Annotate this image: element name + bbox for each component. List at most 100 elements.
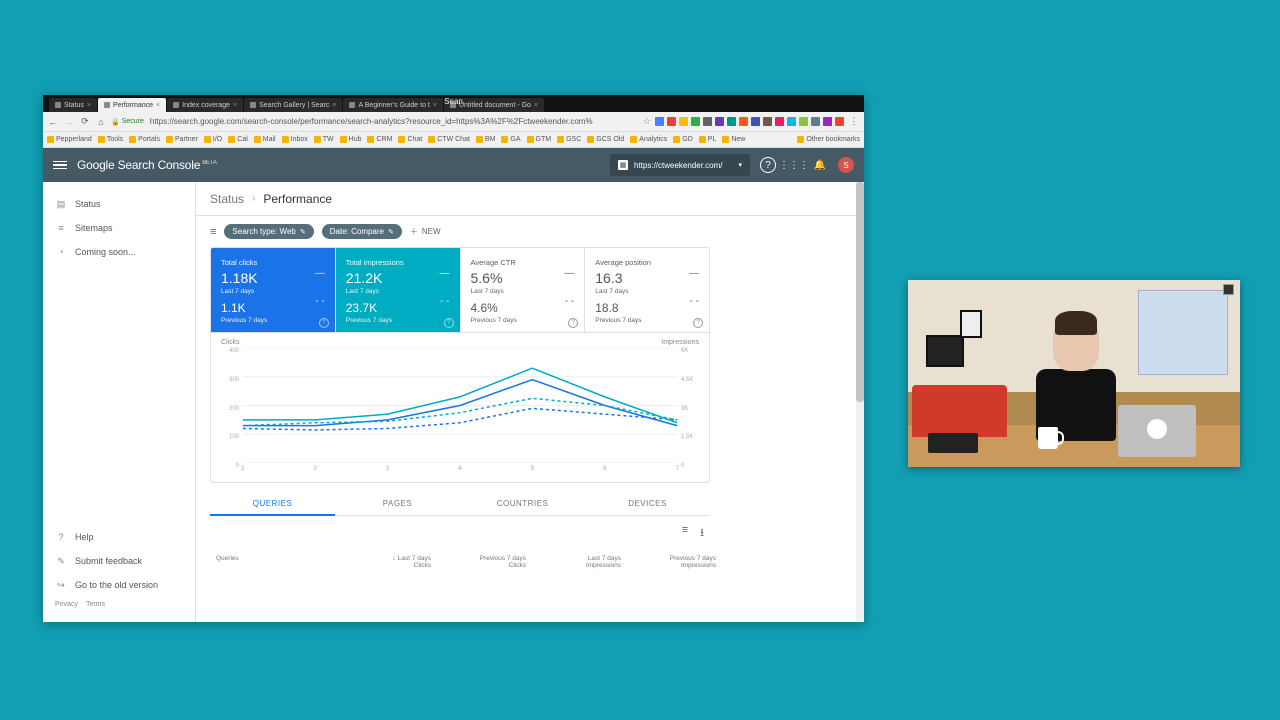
menu-button[interactable]: ⋮ (848, 116, 860, 128)
close-icon[interactable]: × (156, 102, 160, 109)
extension-icon[interactable] (691, 117, 700, 126)
notifications-button[interactable]: 🔔 (812, 157, 828, 173)
card-total-impressions[interactable]: Total impressions 21.2K Last 7 days — 23… (336, 248, 461, 332)
add-filter-button[interactable]: ＋ NEW (410, 226, 441, 237)
bookmark-item[interactable]: Cal (228, 136, 248, 143)
tab-beginners-guide[interactable]: A Beginner's Guide to t× (343, 98, 442, 112)
card-total-clicks[interactable]: Total clicks 1.18K Last 7 days — 1.1K Pr… (211, 248, 336, 332)
extension-icon[interactable] (715, 117, 724, 126)
tab-performance[interactable]: Performance× (98, 98, 166, 112)
bookmark-item[interactable]: Pepperland (47, 136, 92, 143)
forward-button[interactable]: → (63, 116, 75, 128)
extension-icon[interactable] (799, 117, 808, 126)
info-icon[interactable]: ? (693, 318, 703, 328)
maximize-icon[interactable] (1223, 284, 1234, 295)
bookmark-item[interactable]: GA (501, 136, 520, 143)
extension-icon[interactable] (667, 117, 676, 126)
sidebar-item-sitemaps[interactable]: ≡ Sitemaps (43, 216, 195, 240)
th-prev7-clicks[interactable]: Previous 7 daysClicks (431, 555, 526, 569)
extension-icon[interactable] (787, 117, 796, 126)
bookmark-item[interactable]: Inbox (282, 136, 308, 143)
chip-date[interactable]: Date: Compare ✎ (322, 224, 402, 239)
card-average-ctr[interactable]: Average CTR 5.6% Last 7 days — 4.6% Prev… (461, 248, 586, 332)
chip-search-type[interactable]: Search type: Web ✎ (224, 224, 313, 239)
extension-icon[interactable] (835, 117, 844, 126)
url-input[interactable]: https://search.google.com/search-console… (148, 117, 639, 126)
home-button[interactable]: ⌂ (95, 116, 107, 128)
extension-icon[interactable] (823, 117, 832, 126)
tab-index-coverage[interactable]: Index coverage× (167, 98, 243, 112)
bookmark-item[interactable]: GTM (527, 136, 552, 143)
bookmark-item[interactable]: BM (476, 136, 496, 143)
th-queries[interactable]: Queries (216, 555, 336, 569)
info-icon[interactable]: ? (319, 318, 329, 328)
bookmark-item[interactable]: Mail (254, 136, 276, 143)
download-icon[interactable]: ⭳ (700, 524, 704, 543)
th-prev7-impr[interactable]: Previous 7 daysImpressions (621, 555, 716, 569)
sidebar-item-status[interactable]: ▤ Status (43, 192, 195, 216)
bookmark-item[interactable]: GCS Old (587, 136, 624, 143)
filter-icon[interactable]: ≡ (210, 226, 216, 238)
breadcrumb-status[interactable]: Status (210, 192, 244, 206)
bookmark-item[interactable]: CTW Chat (428, 136, 470, 143)
info-icon[interactable]: ? (568, 318, 578, 328)
bookmark-item[interactable]: Chat (398, 136, 422, 143)
tab-queries[interactable]: QUERIES (210, 493, 335, 516)
extension-icon[interactable] (655, 117, 664, 126)
bookmark-item[interactable]: GSC (557, 136, 581, 143)
info-icon[interactable]: ? (444, 318, 454, 328)
th-last7-impr[interactable]: Last 7 daysImpressions (526, 555, 621, 569)
extension-icon[interactable] (679, 117, 688, 126)
apps-button[interactable]: ⋮⋮⋮ (786, 157, 802, 173)
bookmark-item[interactable]: Analytics (630, 136, 667, 143)
bookmark-item[interactable]: New (722, 136, 745, 143)
bookmark-other[interactable]: Other bookmarks (797, 136, 860, 143)
sidebar-item-old-version[interactable]: ↪ Go to the old version (43, 573, 195, 597)
extension-icon[interactable] (751, 117, 760, 126)
close-icon[interactable]: × (87, 102, 91, 109)
close-icon[interactable]: × (332, 102, 336, 109)
card-average-position[interactable]: Average position 16.3 Last 7 days — 18.8… (585, 248, 709, 332)
tab-countries[interactable]: COUNTRIES (460, 493, 585, 516)
extension-icon[interactable] (811, 117, 820, 126)
account-avatar[interactable]: S (838, 157, 854, 173)
sidebar-item-help[interactable]: ? Help (43, 525, 195, 549)
chart-container: Clicks Impressions 4003002001000 6K4.5K3… (210, 333, 710, 483)
scrollbar-track[interactable] (856, 182, 864, 622)
close-icon[interactable]: × (433, 102, 437, 109)
extension-icon[interactable] (763, 117, 772, 126)
tab-status[interactable]: Status× (49, 98, 97, 112)
ytick-left: 100 (221, 434, 239, 440)
th-last7-clicks[interactable]: ↓Last 7 daysClicks (336, 555, 431, 569)
bookmark-item[interactable]: GD (673, 136, 693, 143)
back-button[interactable]: ← (47, 116, 59, 128)
star-icon[interactable]: ☆ (643, 116, 651, 127)
bookmark-item[interactable]: PL (699, 136, 717, 143)
secure-indicator[interactable]: 🔒 Secure (111, 118, 144, 126)
bookmark-item[interactable]: Partner (166, 136, 198, 143)
extension-icon[interactable] (703, 117, 712, 126)
table-filter-icon[interactable]: ≡ (682, 524, 688, 543)
hamburger-button[interactable] (53, 161, 67, 170)
bookmark-item[interactable]: I/O (204, 136, 222, 143)
close-icon[interactable]: × (534, 102, 538, 109)
bookmark-item[interactable]: Hub (340, 136, 362, 143)
reload-button[interactable]: ⟳ (79, 116, 91, 128)
extension-icon[interactable] (727, 117, 736, 126)
bookmark-item[interactable]: CRM (367, 136, 392, 143)
extension-icon[interactable] (739, 117, 748, 126)
privacy-link[interactable]: Privacy (55, 601, 78, 608)
tab-pages[interactable]: PAGES (335, 493, 460, 516)
bookmark-item[interactable]: Tools (98, 136, 123, 143)
extension-icon[interactable] (775, 117, 784, 126)
bookmark-item[interactable]: TW (314, 136, 334, 143)
tab-search-gallery[interactable]: Search Gallery | Searc× (244, 98, 342, 112)
property-selector[interactable]: ▦ https://ctweekender.com/ ▾ (610, 154, 750, 176)
scrollbar-thumb[interactable] (856, 182, 864, 402)
bookmark-item[interactable]: Portals (129, 136, 160, 143)
terms-link[interactable]: Terms (86, 601, 105, 608)
sidebar-item-feedback[interactable]: ✎ Submit feedback (43, 549, 195, 573)
close-icon[interactable]: × (233, 102, 237, 109)
help-button[interactable]: ? (760, 157, 776, 173)
tab-devices[interactable]: DEVICES (585, 493, 710, 516)
